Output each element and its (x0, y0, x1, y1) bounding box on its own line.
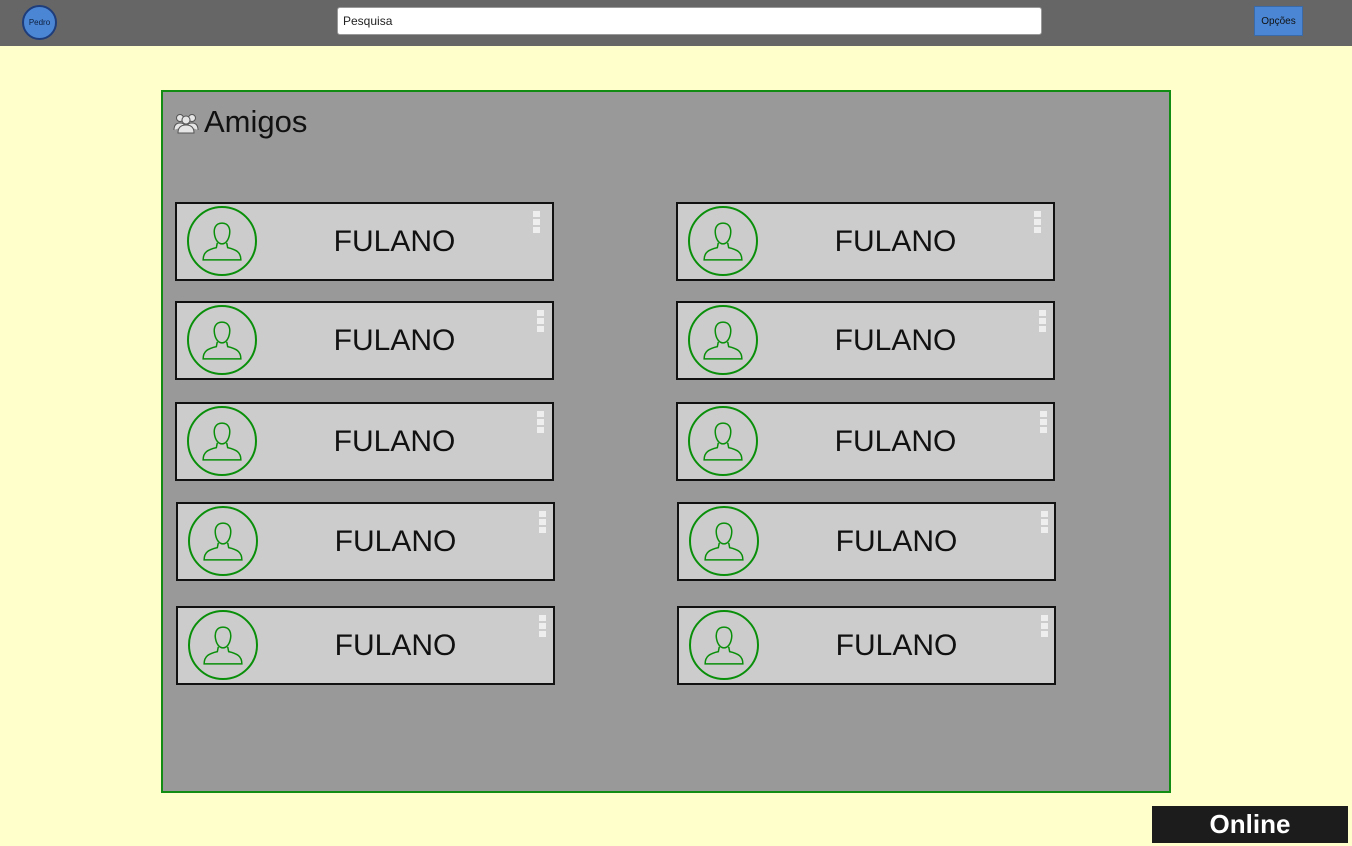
friend-avatar-icon (689, 506, 759, 576)
more-options-icon[interactable] (533, 211, 540, 233)
options-button[interactable]: Opções (1254, 6, 1303, 36)
friends-panel: Amigos FULANO FULANO FULANO FULANO FULANO FUL… (161, 90, 1171, 793)
more-options-icon[interactable] (1040, 411, 1047, 433)
friend-card[interactable]: FULANO (176, 502, 555, 581)
friend-card[interactable]: FULANO (175, 301, 554, 380)
friend-name: FULANO (834, 424, 957, 458)
friend-card[interactable]: FULANO (676, 202, 1055, 281)
friend-avatar-icon (188, 610, 258, 680)
friend-name: FULANO (834, 323, 957, 357)
friend-avatar-icon (188, 506, 258, 576)
friend-name: FULANO (334, 628, 457, 662)
friend-name: FULANO (835, 524, 958, 558)
friend-card[interactable]: FULANO (677, 502, 1056, 581)
friend-avatar-icon (187, 305, 257, 375)
friend-name: FULANO (333, 424, 456, 458)
user-avatar-button[interactable]: Pedro (22, 5, 57, 40)
friend-card[interactable]: FULANO (677, 606, 1056, 685)
friend-avatar-icon (688, 406, 758, 476)
more-options-icon[interactable] (1034, 211, 1041, 233)
friend-name: FULANO (333, 224, 456, 258)
friend-avatar-icon (689, 610, 759, 680)
friend-name: FULANO (334, 524, 457, 558)
friend-card[interactable]: FULANO (176, 606, 555, 685)
more-options-icon[interactable] (539, 511, 546, 533)
more-options-icon[interactable] (537, 310, 544, 332)
more-options-icon[interactable] (1041, 511, 1048, 533)
group-icon (173, 114, 199, 134)
friend-avatar-icon (187, 206, 257, 276)
more-options-icon[interactable] (537, 411, 544, 433)
friend-card[interactable]: FULANO (175, 202, 554, 281)
top-bar: Pedro Opções (0, 0, 1352, 46)
friend-card[interactable]: FULANO (676, 402, 1055, 481)
user-name: Pedro (28, 18, 51, 27)
friend-avatar-icon (688, 305, 758, 375)
friend-name: FULANO (835, 628, 958, 662)
friend-card[interactable]: FULANO (676, 301, 1055, 380)
search-input[interactable] (337, 7, 1042, 35)
friend-avatar-icon (187, 406, 257, 476)
more-options-icon[interactable] (1039, 310, 1046, 332)
status-label: Online (1209, 809, 1291, 839)
online-status-bar[interactable]: Online (1152, 806, 1348, 843)
friend-name: FULANO (834, 224, 957, 258)
friends-panel-header: Amigos (173, 104, 307, 140)
friend-avatar-icon (688, 206, 758, 276)
friend-name: FULANO (333, 323, 456, 357)
options-label: Opções (1261, 15, 1296, 27)
friend-card[interactable]: FULANO (175, 402, 554, 481)
more-options-icon[interactable] (1041, 615, 1048, 637)
more-options-icon[interactable] (539, 615, 546, 637)
panel-title: Amigos (204, 104, 308, 139)
